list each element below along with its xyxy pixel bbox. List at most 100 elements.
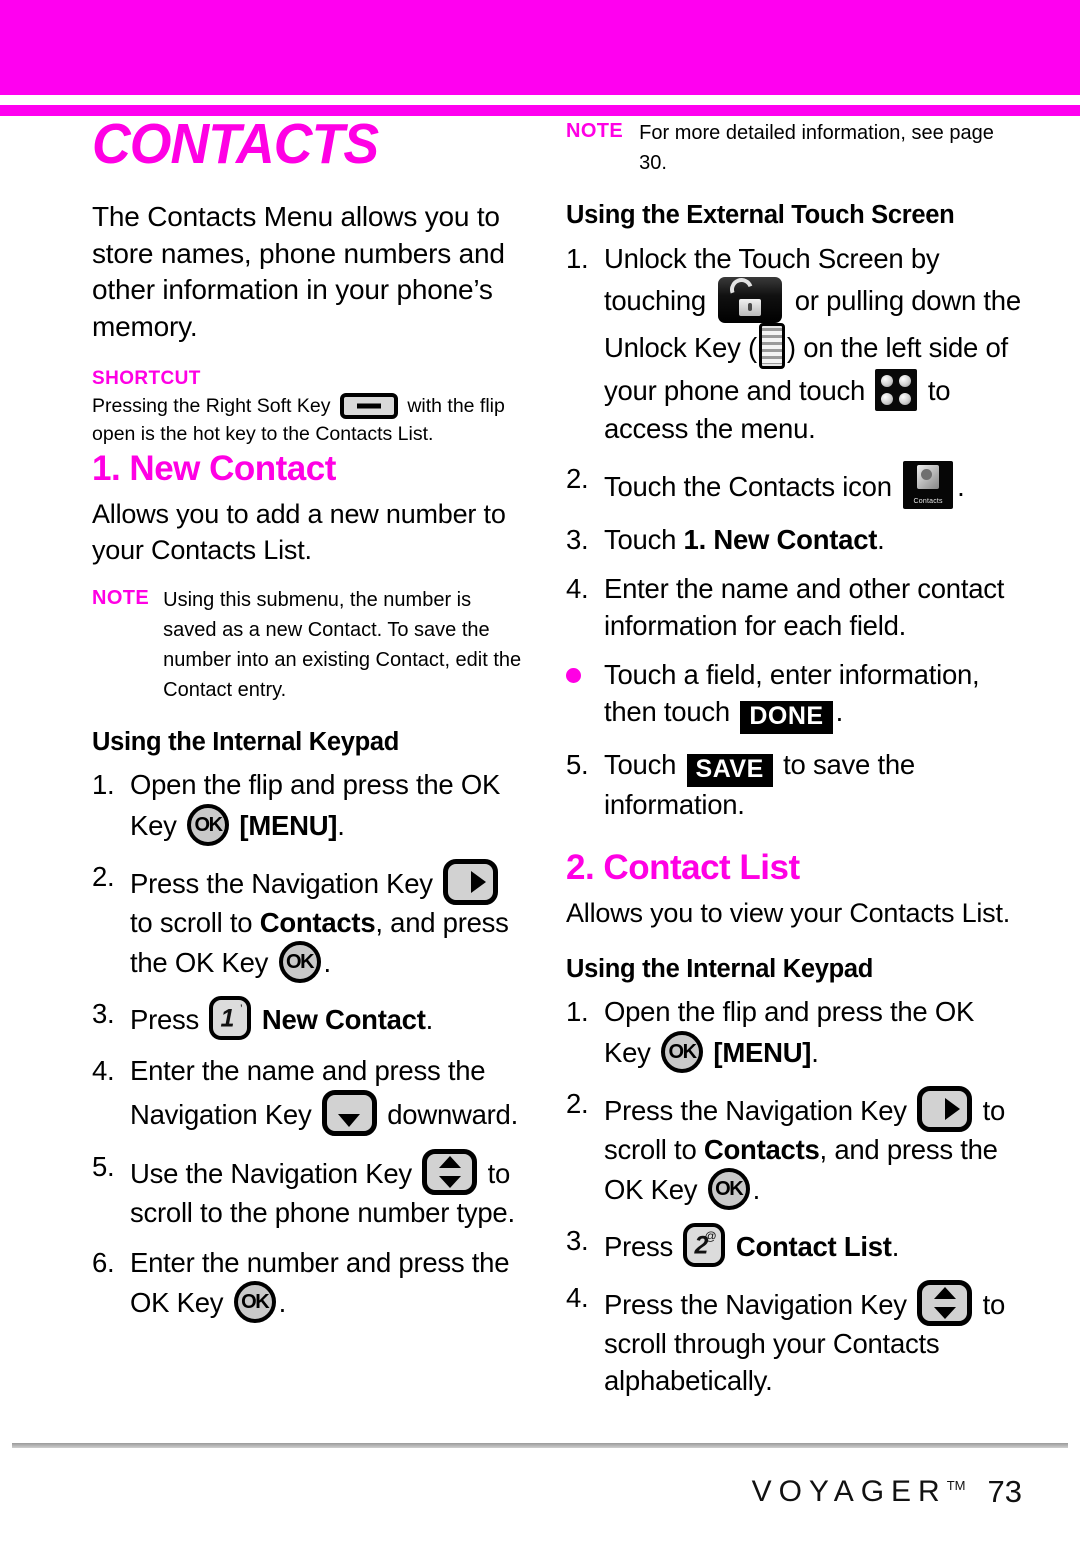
step-item-bullet: Touch a field, enter information, then t… <box>566 657 1021 734</box>
step-number: 2. <box>566 462 589 494</box>
step-item: 3. Press 1’ New Contact. <box>92 996 527 1041</box>
step-item: 3. Press 2 @ Contact List. <box>566 1223 1021 1268</box>
page-number: 73 <box>987 1474 1022 1509</box>
step-text-bold: [MENU] <box>239 809 338 841</box>
step-number: 4. <box>92 1055 115 1087</box>
done-button[interactable]: DONE <box>740 700 833 734</box>
step-text-tail: . <box>891 1231 900 1263</box>
contacts-icon-caption: Contacts <box>913 498 943 506</box>
subheading-internal-keypad-2: Using the Internal Keypad <box>566 954 874 983</box>
steps-list-external-touch: 1. Unlock the Touch Screen by touching o… <box>566 241 1021 824</box>
trademark-symbol: TM <box>946 1478 966 1493</box>
nav-key-updown-icon <box>422 1148 478 1195</box>
ok-key-label: OK <box>241 1291 270 1314</box>
step-number: 5. <box>92 1150 115 1182</box>
step-item: 5. Touch SAVE to save the information. <box>566 747 1021 824</box>
step-number: 1. <box>566 242 589 274</box>
ok-key-icon: OK <box>707 1168 750 1211</box>
page-footer: VOYAGERTM 73 <box>0 1462 1080 1522</box>
keypad-superscript: @ <box>704 1229 717 1244</box>
step-text-bold: New Contact <box>261 1004 426 1036</box>
ok-key-icon: OK <box>661 1030 704 1073</box>
step-number: 1. <box>92 769 115 801</box>
bullet-dot <box>566 668 581 684</box>
step-item: 4. Enter the name and other contact info… <box>566 571 1021 644</box>
step-text-part: Press the Navigation Key <box>604 1094 907 1126</box>
step-item: 4. Enter the name and press the Navigati… <box>92 1053 527 1136</box>
keypad-digit: 1 <box>220 1004 235 1033</box>
step-item: 1. Open the flip and press the OK Key OK… <box>92 767 527 846</box>
step-text-tail: . <box>323 947 332 979</box>
menu-grid-icon <box>875 369 918 412</box>
note-label: NOTE <box>566 120 624 142</box>
step-text-tail: . <box>877 523 885 555</box>
step-text-part: Enter the number and press the OK Key <box>130 1246 510 1319</box>
step-text: Enter the number and press the OK Key OK… <box>130 1245 527 1324</box>
grid-dot <box>881 375 894 388</box>
shortcut-label: SHORTCUT <box>92 367 201 389</box>
keypad-1-icon: 1’ <box>209 996 252 1041</box>
step-text: Touch the Contacts icon Contacts. <box>604 460 1021 509</box>
ok-key-label: OK <box>194 813 224 836</box>
steps-list-contact-list-keypad: 1. Open the flip and press the OK Key OK… <box>566 994 1021 1399</box>
step-item: 1. Open the flip and press the OK Key OK… <box>566 994 1021 1073</box>
step-number: 3. <box>566 1225 589 1257</box>
step-text: Touch SAVE to save the information. <box>604 747 1021 824</box>
save-button[interactable]: SAVE <box>686 753 773 787</box>
step-number: 4. <box>566 573 589 605</box>
step-text: Enter the name and other contact informa… <box>604 573 1005 641</box>
unlock-button-icon <box>718 277 783 324</box>
contacts-card-graphic <box>917 464 940 489</box>
grid-dot <box>881 393 894 406</box>
note-text: Using this submenu, the number is saved … <box>163 588 522 701</box>
step-item: 2. Touch the Contacts icon Contacts. <box>566 460 1021 509</box>
grid-dot <box>899 375 912 388</box>
step-number: 1. <box>566 996 589 1028</box>
step-text: Use the Navigation Key to scroll to the … <box>130 1148 527 1232</box>
step-text-tail: . <box>835 695 844 727</box>
step-text-bold: Contacts <box>259 906 376 938</box>
step-text-part: to scroll to <box>130 906 253 938</box>
step-number: 4. <box>566 1282 589 1314</box>
step-text-part: Touch <box>604 748 677 780</box>
keypad-superscript: ’ <box>240 1002 243 1017</box>
step-number: 5. <box>566 748 589 780</box>
note-text: For more detailed information, see page … <box>639 122 994 174</box>
ok-key-label: OK <box>668 1040 698 1063</box>
step-item: 4. Press the Navigation Key to scroll th… <box>566 1280 1021 1399</box>
ok-key-icon: OK <box>187 803 230 846</box>
padlock-body <box>739 299 762 317</box>
step-text-part: Touch <box>604 523 677 555</box>
step-item: 6. Enter the number and press the OK Key… <box>92 1245 527 1324</box>
step-text-bold: Contacts <box>703 1133 820 1165</box>
step-text: Press 1’ New Contact. <box>130 996 527 1041</box>
step-text-tail: downward. <box>387 1098 518 1130</box>
unlock-ribbed-key-icon <box>758 323 785 370</box>
contacts-app-icon: Contacts <box>903 460 954 509</box>
step-number: 2. <box>566 1087 589 1119</box>
ok-key-label: OK <box>715 1178 744 1201</box>
step-text-tail: . <box>425 1004 434 1036</box>
step-text: Open the flip and press the OK Key OK [M… <box>604 994 1021 1073</box>
nav-key-down-icon <box>321 1089 377 1136</box>
shortcut-body: Pressing the Right Soft Key with the fli… <box>92 392 527 449</box>
note-block-page-ref: NOTE For more detailed information, see … <box>566 118 1021 178</box>
ok-key-icon: OK <box>233 1281 276 1324</box>
step-text: Press the Navigation Key to scroll to Co… <box>130 858 527 984</box>
page-body: CONTACTS The Contacts Menu allows you to… <box>0 116 1080 1436</box>
subheading-internal-keypad: Using the Internal Keypad <box>92 727 400 756</box>
page-title: CONTACTS <box>92 112 379 176</box>
step-number: 6. <box>92 1246 115 1278</box>
step-number: 3. <box>566 523 589 555</box>
note-label: NOTE <box>92 586 150 609</box>
step-number: 2. <box>92 860 115 892</box>
step-text: Press 2 @ Contact List. <box>604 1223 1021 1268</box>
step-item: 3. Touch 1. New Contact. <box>566 522 1021 559</box>
left-column: CONTACTS The Contacts Menu allows you to… <box>92 116 527 1336</box>
steps-list-new-contact-keypad: 1. Open the flip and press the OK Key OK… <box>92 767 527 1324</box>
step-text-tail: . <box>811 1036 819 1068</box>
top-color-banner <box>0 0 1080 95</box>
footer-divider <box>12 1443 1068 1448</box>
note-block-new-contact: NOTE Using this submenu, the number is s… <box>92 585 527 705</box>
step-text-tail: . <box>957 470 965 502</box>
